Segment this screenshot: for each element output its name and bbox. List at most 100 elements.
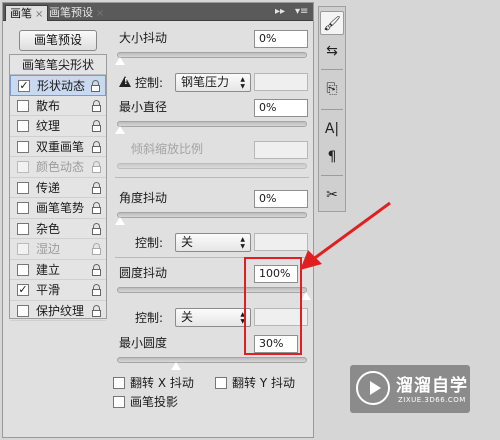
sidebar-item-label: 杂色 <box>36 221 61 236</box>
brush-presets-button[interactable]: 画笔预设 <box>19 30 97 51</box>
size-jitter-input[interactable]: 0% <box>254 30 308 48</box>
sidebar-item[interactable]: 湿边 <box>10 239 106 260</box>
brush-settings-icon[interactable]: ⇆ <box>320 39 344 63</box>
sidebar-item-label: 湿边 <box>36 242 61 256</box>
flip-y-checkbox[interactable] <box>215 377 227 389</box>
sidebar-item-label: 传递 <box>36 180 61 195</box>
lock-icon[interactable] <box>92 284 101 296</box>
character-icon[interactable]: A| <box>320 117 344 141</box>
sidebar-item-checkbox[interactable] <box>17 202 29 214</box>
play-logo-icon <box>356 371 390 405</box>
tools-icon[interactable]: ✂ <box>320 183 344 207</box>
sidebar-item-checkbox[interactable] <box>17 161 29 173</box>
sidebar-item-checkbox[interactable]: ✓ <box>17 284 29 296</box>
brush-projection-label: 画笔投影 <box>130 395 179 409</box>
size-jitter-slider[interactable] <box>117 52 307 58</box>
lock-icon[interactable] <box>92 161 101 173</box>
close-icon[interactable]: × <box>35 9 43 20</box>
sidebar-item[interactable]: 建立 <box>10 260 106 280</box>
min-diameter-slider[interactable] <box>117 121 307 127</box>
sidebar-item[interactable]: 画笔笔势 <box>10 198 106 219</box>
size-control-label: 控制: <box>135 76 164 90</box>
paragraph-icon[interactable]: ¶ <box>320 145 344 169</box>
tab-brush[interactable]: 画笔 × <box>5 5 49 21</box>
sidebar-item-label: 双重画笔 <box>36 139 85 154</box>
sidebar-item-checkbox[interactable]: ✓ <box>18 80 30 92</box>
sidebar-item[interactable]: 双重画笔 <box>10 137 106 157</box>
sidebar-item-checkbox[interactable] <box>17 243 29 255</box>
flip-x-label: 翻转 X 抖动 <box>130 376 194 390</box>
sidebar-item-checkbox[interactable] <box>17 120 29 132</box>
sidebar-item-checkbox[interactable] <box>17 304 29 317</box>
lock-icon[interactable] <box>92 140 101 153</box>
size-jitter-thumb[interactable] <box>114 56 126 66</box>
clone-source-icon[interactable]: ⎘ <box>320 77 344 101</box>
lock-icon[interactable] <box>91 80 100 92</box>
watermark: 溜溜自学 ZIXUE.3D66.COM <box>350 365 470 413</box>
angle-control-label: 控制: <box>135 236 164 250</box>
lock-icon[interactable] <box>92 202 101 214</box>
sidebar-item[interactable]: 散布 <box>10 96 106 116</box>
lock-icon[interactable] <box>92 243 101 255</box>
watermark-url: ZIXUE.3D66.COM <box>398 396 466 404</box>
sidebar-item-label: 纹理 <box>36 119 61 133</box>
angle-control-dropdown[interactable]: 关 ▲ ▼ <box>175 233 251 252</box>
tab-brush-presets[interactable]: 画笔预设 × <box>45 5 108 21</box>
lock-icon[interactable] <box>92 99 101 112</box>
sidebar-item[interactable]: ✓ 形状动态 <box>10 75 106 96</box>
sidebar-item-label: 形状动态 <box>37 79 86 93</box>
sidebar-item-label: 平滑 <box>36 283 61 297</box>
angle-jitter-slider[interactable] <box>117 212 307 218</box>
min-diameter-label: 最小直径 <box>119 100 168 114</box>
sidebar-item-checkbox[interactable] <box>17 140 29 153</box>
angle-jitter-thumb[interactable] <box>114 216 126 226</box>
close-icon[interactable]: × <box>96 8 104 19</box>
sidebar-item[interactable]: ✓ 平滑 <box>10 280 106 301</box>
lock-icon[interactable] <box>92 304 101 317</box>
brush-projection-checkbox[interactable] <box>113 396 125 408</box>
min-roundness-slider[interactable] <box>117 357 307 363</box>
sidebar-item-label: 建立 <box>36 262 61 277</box>
sidebar-item-checkbox[interactable] <box>17 99 29 112</box>
panel-menu-icon[interactable]: ▾≡ <box>295 5 308 19</box>
flip-y-label: 翻转 Y 抖动 <box>232 376 295 390</box>
sidebar-item[interactable]: 纹理 <box>10 116 106 137</box>
tilt-scale-label: 倾斜缩放比例 <box>131 142 204 156</box>
dropdown-arrow-icon: ▲ ▼ <box>240 236 245 250</box>
tool-divider <box>321 69 343 70</box>
sidebar-item[interactable]: 颜色动态 <box>10 157 106 178</box>
brush-icon[interactable]: 🖌 <box>320 11 344 35</box>
min-diameter-input[interactable]: 0% <box>254 99 308 117</box>
sidebar-item[interactable]: 传递 <box>10 178 106 198</box>
roundness-jitter-thumb[interactable] <box>300 291 312 301</box>
sidebar-item-checkbox[interactable] <box>17 263 29 276</box>
min-roundness-thumb[interactable] <box>169 361 182 371</box>
sidebar-item-checkbox[interactable] <box>17 222 29 235</box>
sidebar-item-label: 散布 <box>36 98 61 113</box>
lock-icon[interactable] <box>92 263 101 276</box>
brush-tip-shape-item[interactable]: 画笔笔尖形状 <box>10 55 106 75</box>
min-diameter-thumb[interactable] <box>114 125 126 135</box>
sidebar-item-label: 颜色动态 <box>36 160 85 174</box>
sidebar-item[interactable]: 杂色 <box>10 219 106 239</box>
size-control-input[interactable] <box>254 73 308 91</box>
flip-x-checkbox[interactable] <box>113 377 125 389</box>
shape-dynamics-settings: 大小抖动 0% ! 控制: 钢笔压力 ▲ ▼ 最小直径 0% 倾斜缩放比例 角度抖动… <box>111 23 313 437</box>
watermark-title: 溜溜自学 <box>396 376 468 396</box>
sidebar-item[interactable]: 保护纹理 <box>10 301 106 321</box>
sidebar-item-checkbox[interactable] <box>17 181 29 194</box>
roundness-jitter-label: 圆度抖动 <box>119 266 168 280</box>
roundness-control-label: 控制: <box>135 311 164 325</box>
sidebar-item-label: 画笔笔势 <box>36 201 85 215</box>
tool-strip: 🖌 ⇆ ⎘ A| ¶ ✂ <box>318 6 346 212</box>
lock-icon[interactable] <box>92 222 101 235</box>
lock-icon[interactable] <box>92 181 101 194</box>
panel-tab-bar: 画笔 × 画笔预设 × ▸▸ ▾≡ <box>3 3 313 21</box>
arrow-head <box>300 250 322 270</box>
dropdown-arrow-icon: ▲ ▼ <box>240 76 245 90</box>
size-control-dropdown[interactable]: 钢笔压力 ▲ ▼ <box>175 73 251 92</box>
roundness-control-dropdown[interactable]: 关 ▲ ▼ <box>175 308 251 327</box>
collapse-panel-icon[interactable]: ▸▸ <box>275 5 285 19</box>
min-roundness-label: 最小圆度 <box>119 336 168 350</box>
lock-icon[interactable] <box>92 120 101 132</box>
